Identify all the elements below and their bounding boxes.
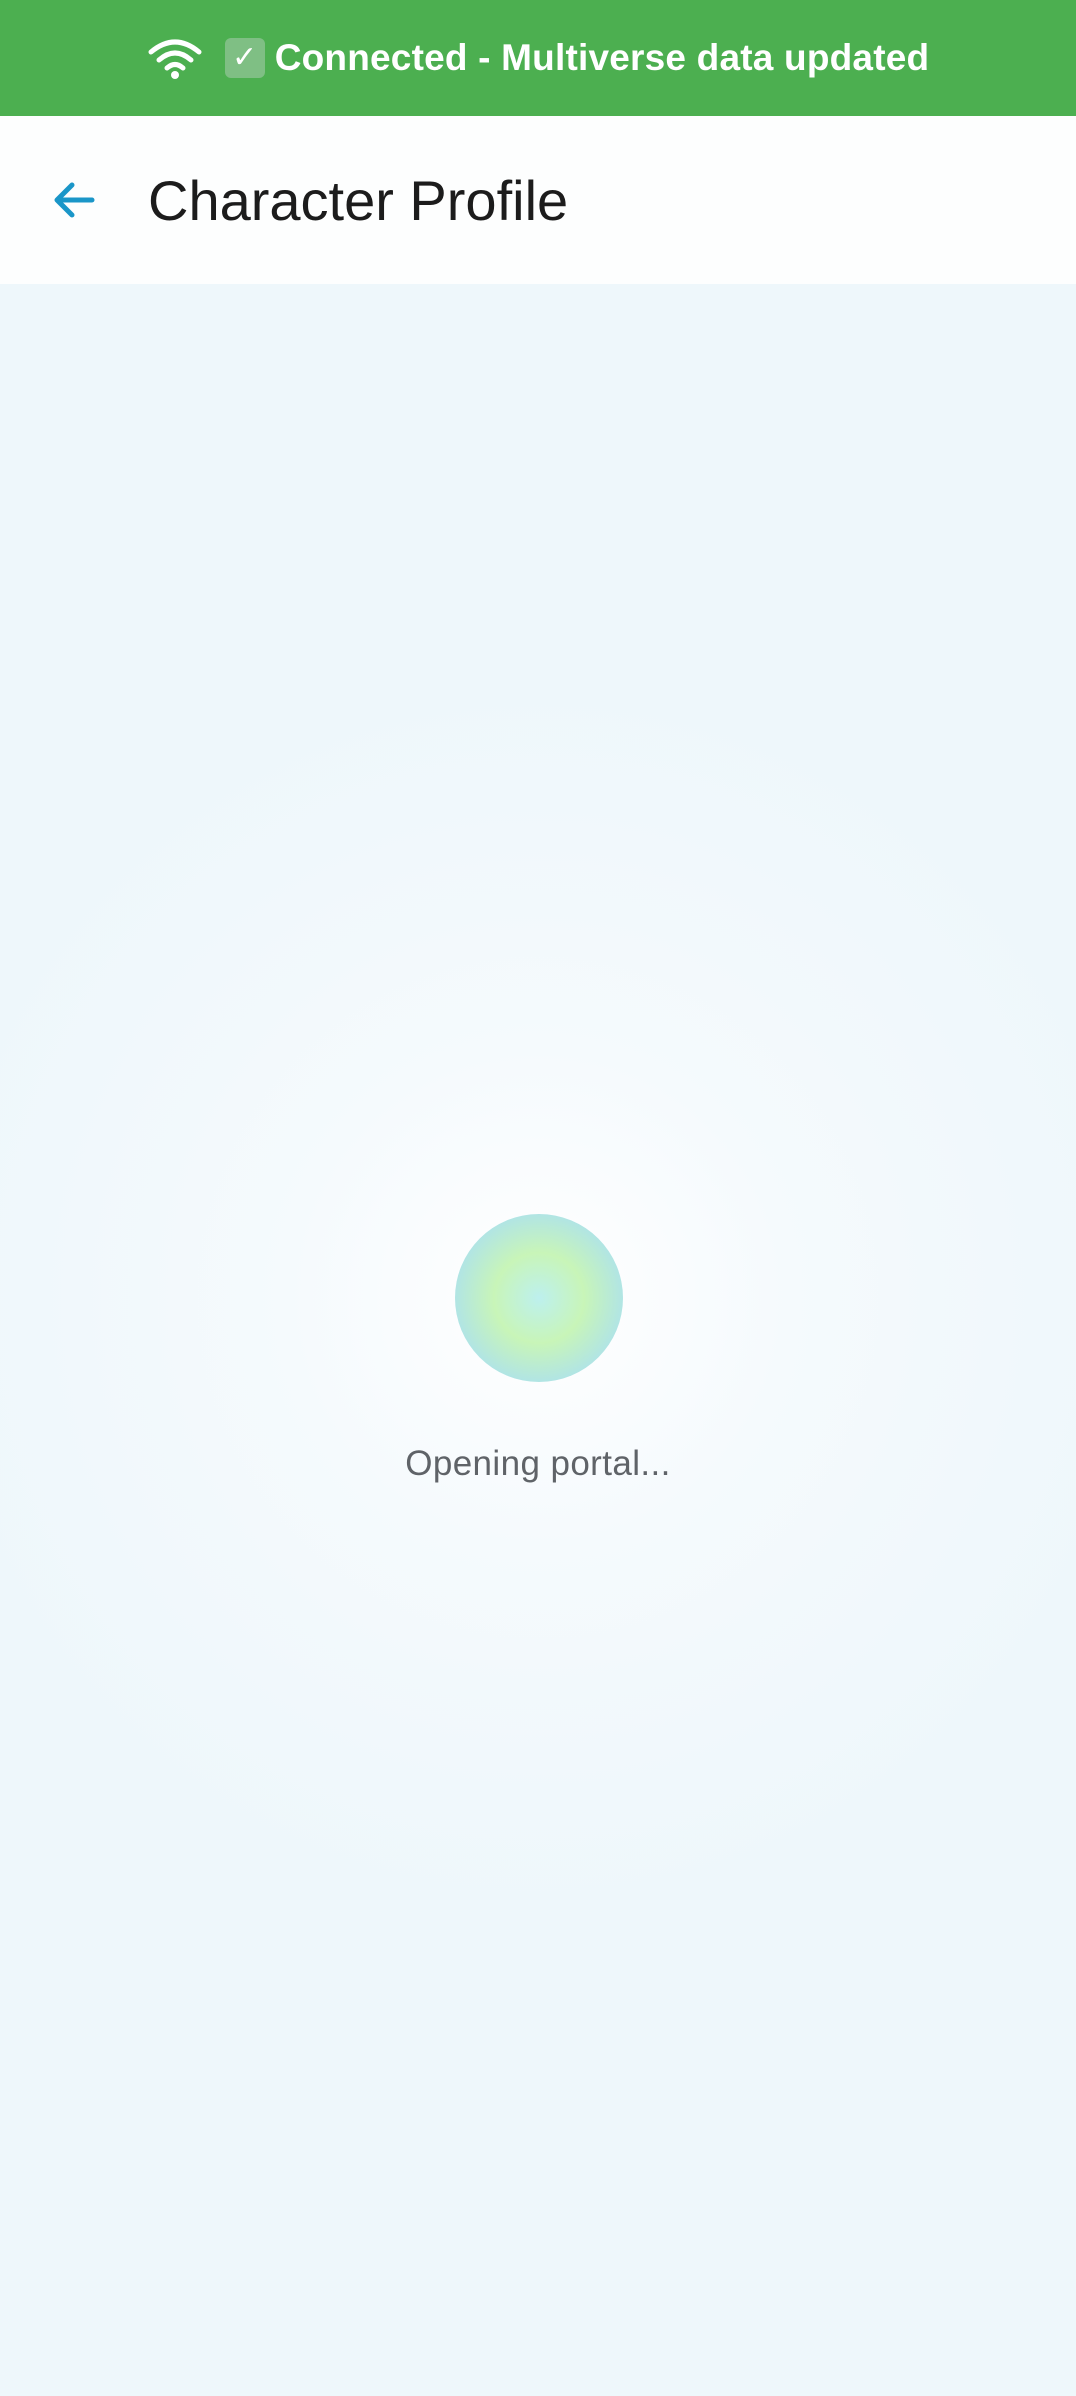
wifi-icon — [148, 39, 202, 79]
banner-message: ✓ Connected - Multiverse data updated — [224, 37, 930, 79]
loading-text: Opening portal... — [405, 1444, 671, 1483]
banner-text: Connected - Multiverse data updated — [274, 37, 930, 78]
arrow-left-icon — [54, 182, 95, 218]
loading-content: Opening portal... — [0, 284, 1076, 2396]
character-profile-screen: ✓ Connected - Multiverse data updated Ch… — [0, 0, 1076, 2396]
back-button[interactable] — [38, 164, 110, 236]
page-title: Character Profile — [148, 168, 569, 232]
app-bar: Character Profile — [0, 116, 1076, 284]
portal-loading-indicator — [455, 1214, 623, 1382]
check-mark-icon: ✓ — [224, 38, 265, 78]
connection-status-banner: ✓ Connected - Multiverse data updated — [0, 0, 1076, 116]
